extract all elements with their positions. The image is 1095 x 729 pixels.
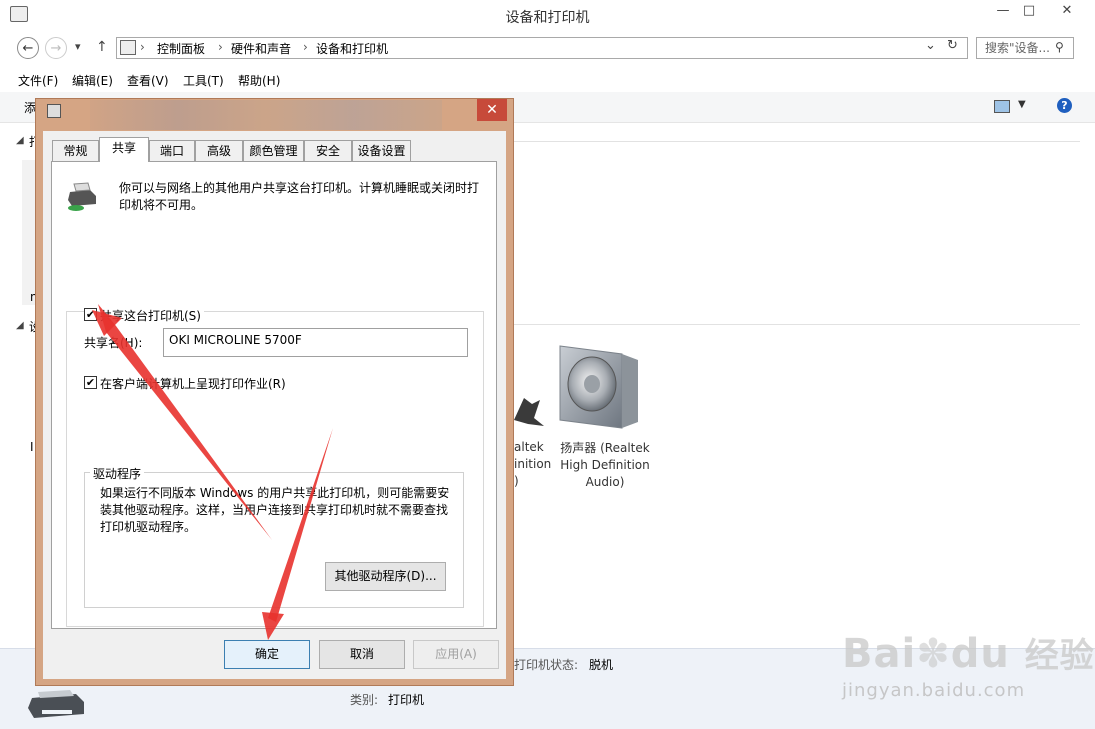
speaker-label-line: 扬声器 (Realtek xyxy=(560,441,650,455)
watermark-paw-icon: ✽ xyxy=(916,631,951,677)
sharing-description-line: 你可以与网络上的其他用户共享这台打印机。计算机睡眠或关闭时打 xyxy=(119,181,480,195)
cancel-button[interactable]: 取消 xyxy=(319,640,405,669)
breadcrumb-control-panel[interactable]: 控制面板 xyxy=(157,40,205,57)
window-title: 设备和打印机 xyxy=(505,10,590,26)
breadcrumb-separator: › xyxy=(303,40,308,54)
share-printer-label[interactable]: 共享这台打印机(S) xyxy=(100,307,204,324)
device-label-partial: ) xyxy=(514,474,519,488)
control-panel-icon xyxy=(120,40,136,55)
apply-button[interactable]: 应用(A) xyxy=(413,640,499,669)
dialog-title-blurred xyxy=(90,100,442,130)
drivers-description-line: 如果运行不同版本 Windows 的用户共享此打印机，则可能需要安 xyxy=(100,486,450,500)
search-icon: ⚲ xyxy=(1055,40,1064,54)
device-label-partial: inition xyxy=(514,457,552,471)
tab-general[interactable]: 常规 xyxy=(52,140,99,161)
share-name-label: 共享名(H): xyxy=(84,336,143,350)
recent-locations-button[interactable]: ▾ xyxy=(75,40,81,53)
breadcrumb-devices-printers[interactable]: 设备和打印机 xyxy=(316,40,388,57)
ok-button[interactable]: 确定 xyxy=(224,640,310,669)
watermark-brand-suffix: du xyxy=(950,631,1010,677)
baidu-watermark-logo: Bai✽du 经验 xyxy=(842,628,1095,677)
speaker-label-line: Audio) xyxy=(585,475,625,489)
menu-view[interactable]: 查看(V) xyxy=(127,72,169,89)
tab-device-settings[interactable]: 设备设置 xyxy=(352,140,411,161)
printer-status-label: 打印机状态: xyxy=(514,658,579,672)
printer-large-icon xyxy=(28,690,84,718)
view-options-icon[interactable] xyxy=(994,100,1010,113)
sharing-description-line: 印机将不可用。 xyxy=(119,198,204,212)
tab-ports[interactable]: 端口 xyxy=(149,140,195,161)
forward-button[interactable]: → xyxy=(45,37,67,59)
render-jobs-checkbox[interactable]: ✔ xyxy=(84,376,97,389)
tab-security[interactable]: 安全 xyxy=(304,140,352,161)
watermark-jingyan: 经验 xyxy=(1024,636,1095,676)
drivers-description-line: 打印机驱动程序。 xyxy=(100,520,197,534)
close-button[interactable]: ✕ xyxy=(1044,0,1090,22)
device-label-partial: I xyxy=(30,440,34,454)
device-label-partial: altek xyxy=(514,440,544,454)
dialog-printer-icon xyxy=(47,104,61,118)
view-dropdown-icon[interactable]: ▼ xyxy=(1018,99,1026,110)
category-label: 类别: xyxy=(350,693,379,707)
drivers-description-line: 装其他驱动程序。这样，当用户连接到共享打印机时就不需要查找 xyxy=(100,503,449,517)
printer-status-value: 脱机 xyxy=(589,658,614,672)
breadcrumb-separator: › xyxy=(140,40,145,54)
share-name-input[interactable]: OKI MICROLINE 5700F xyxy=(163,328,468,357)
sharing-description: 你可以与网络上的其他用户共享这台打印机。计算机睡眠或关闭时打 印机将不可用。 xyxy=(119,180,489,214)
speaker-label-line: High Definition xyxy=(560,458,650,472)
collapse-arrow-icon[interactable]: ◢ xyxy=(16,135,24,146)
category-value: 打印机 xyxy=(388,693,425,707)
headset-device-icon[interactable] xyxy=(510,390,545,430)
address-dropdown-icon[interactable]: ⌄ xyxy=(925,38,936,53)
back-button[interactable]: ← xyxy=(17,37,39,59)
share-printer-checkbox[interactable]: ✔ xyxy=(84,308,97,321)
menu-file[interactable]: 文件(F) xyxy=(18,72,58,89)
additional-drivers-button[interactable]: 其他驱动程序(D)... xyxy=(325,562,446,591)
drivers-description: 如果运行不同版本 Windows 的用户共享此打印机，则可能需要安 装其他驱动程… xyxy=(100,485,460,536)
breadcrumb-hardware-sound[interactable]: 硬件和声音 xyxy=(231,40,291,57)
menu-help[interactable]: 帮助(H) xyxy=(238,72,280,89)
minimize-button[interactable]: — xyxy=(990,0,1016,22)
drivers-group-title: 驱动程序 xyxy=(90,465,145,482)
watermark-url: jingyan.baidu.com xyxy=(842,680,1026,701)
help-icon[interactable]: ? xyxy=(1057,98,1072,113)
tab-advanced[interactable]: 高级 xyxy=(195,140,243,161)
shared-printer-icon xyxy=(68,182,96,211)
render-jobs-label[interactable]: 在客户端计算机上呈现打印作业(R) xyxy=(100,375,286,392)
maximize-button[interactable]: □ xyxy=(1016,0,1042,22)
printer-device-partial[interactable] xyxy=(22,160,36,305)
speaker-icon[interactable] xyxy=(556,340,646,435)
menu-tools[interactable]: 工具(T) xyxy=(183,72,224,89)
refresh-button[interactable]: ↻ xyxy=(947,38,958,53)
speaker-device-label[interactable]: 扬声器 (Realtek High Definition Audio) xyxy=(555,440,655,491)
tab-sharing[interactable]: 共享 xyxy=(99,137,149,162)
breadcrumb-separator: › xyxy=(218,40,223,54)
menu-edit[interactable]: 编辑(E) xyxy=(72,72,113,89)
collapse-arrow-icon[interactable]: ◢ xyxy=(16,320,24,331)
watermark-brand: Bai xyxy=(842,631,917,677)
tab-color-management[interactable]: 颜色管理 xyxy=(243,140,304,161)
dialog-close-button[interactable]: ✕ xyxy=(477,99,507,121)
up-button[interactable]: ↑ xyxy=(96,39,108,55)
